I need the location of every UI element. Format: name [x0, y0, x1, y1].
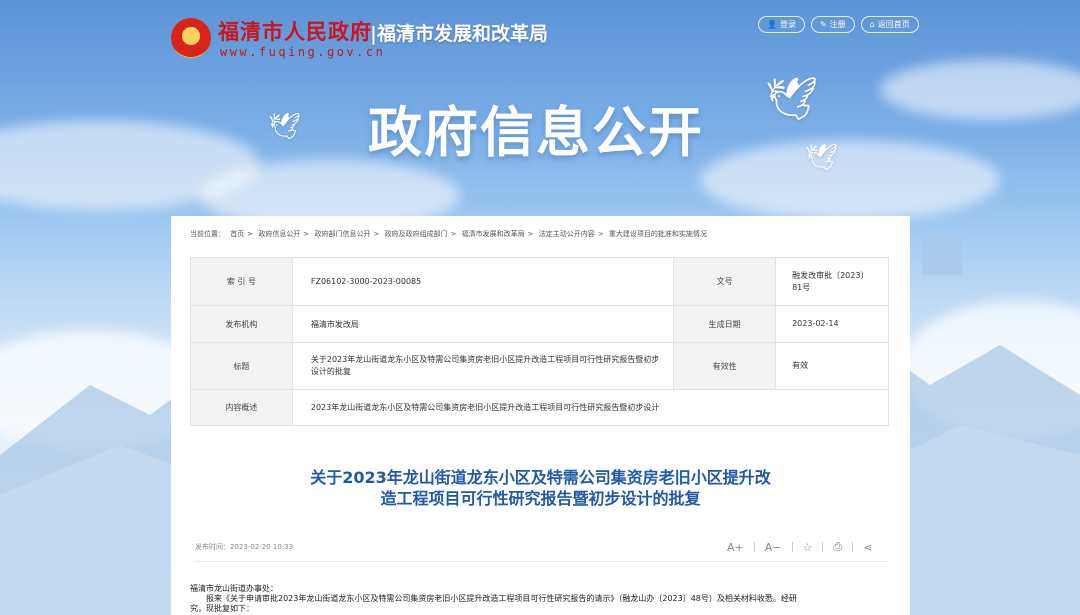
login-link-label: 登录	[779, 20, 796, 29]
index-value: FZ06102-3000-2023-00085	[291, 257, 675, 306]
national-emblem-icon: ★	[171, 18, 211, 58]
validity-value: 有效	[775, 342, 889, 390]
article-tools: A+ A− ☆ ⎙ ⋖	[727, 540, 872, 554]
site-header: ★ 福清市人民政府 www.fuqing.gov.cn |福清市发展和改革局 👤…	[0, 0, 1080, 70]
site-name[interactable]: 福清市人民政府	[218, 16, 372, 46]
content-panel: 当前位置： 首页 > 政府信息公开 > 政府部门信息公开 > 政府及政府组成部门 > 福…	[171, 216, 910, 615]
home-link-label: 返回首页	[877, 20, 910, 29]
breadcrumb-separator: >	[303, 230, 310, 238]
body-paragraph: 究，现批复如下：	[190, 604, 254, 613]
breadcrumb-item[interactable]: 政府及政府组成部门	[385, 230, 448, 238]
breadcrumb-item[interactable]: 首页	[230, 230, 244, 238]
banner-title: 政府信息公开	[368, 101, 704, 164]
breadcrumb-item[interactable]: 政府部门信息公开	[314, 230, 370, 238]
divider	[195, 561, 889, 562]
breadcrumb-item[interactable]: 福清市发展和改革局	[462, 230, 525, 238]
breadcrumb: 当前位置： 首页 > 政府信息公开 > 政府部门信息公开 > 政府及政府组成部门 > 福…	[190, 229, 710, 239]
site-url: www.fuqing.gov.cn	[220, 45, 386, 59]
dove-icon: 🕊	[805, 143, 839, 173]
breadcrumb-separator: >	[597, 230, 604, 238]
department-name[interactable]: |福清市发展和改革局	[370, 19, 548, 46]
tool-divider	[822, 542, 824, 552]
breadcrumb-item[interactable]: 重大建设项目的批准和实施情况	[609, 230, 707, 238]
tool-divider	[852, 542, 854, 552]
register-link-label: 注册	[829, 20, 846, 29]
body-paragraph: 福清市龙山街道办事处：	[190, 584, 278, 593]
home-icon: ⌂	[869, 20, 875, 29]
docno-value: 融发改审批〔2023〕81号	[775, 257, 889, 306]
publisher-label: 发布机构	[190, 305, 293, 343]
title-value: 关于2023年龙山街道龙东小区及特需公司集资房老旧小区提升改造工程项目可行性研究…	[291, 342, 675, 390]
print-icon[interactable]: ⎙	[833, 540, 842, 554]
dove-icon: 🕊	[765, 74, 819, 123]
font-increase-button[interactable]: A+	[727, 541, 744, 554]
breadcrumb-item[interactable]: 法定主动公开内容	[539, 230, 595, 238]
body-paragraph: 报来《关于申请审批2023年龙山街道龙东小区及特需公司集资房老旧小区提升改造工程…	[206, 594, 797, 603]
table-row: 内容概述 2023年龙山街道龙东小区及特需公司集资房老旧小区提升改造工程项目可行…	[190, 389, 890, 426]
table-row: 索 引 号 FZ06102-3000-2023-00085 文号 融发改审批〔2…	[190, 257, 889, 306]
breadcrumb-separator: >	[247, 230, 254, 238]
breadcrumb-separator: >	[527, 230, 534, 238]
breadcrumb-separator: >	[450, 230, 457, 238]
date-label: 生成日期	[673, 305, 777, 343]
article-body: 福清市龙山街道办事处： 报来《关于申请审批2023年龙山街道龙东小区及特需公司集…	[190, 584, 890, 614]
article-title-line: 造工程项目可行性研究报告暨初步设计的批复	[380, 489, 701, 508]
article-title-line: 关于2023年龙山街道龙东小区及特需公司集资房老旧小区提升改	[310, 468, 771, 487]
table-row: 标题 关于2023年龙山街道龙东小区及特需公司集资房老旧小区提升改造工程项目可行…	[190, 342, 889, 390]
metadata-table: 索 引 号 FZ06102-3000-2023-00085 文号 融发改审批〔2…	[190, 257, 890, 426]
table-row: 发布机构 福清市发改局 生成日期 2023-02-14	[190, 305, 889, 343]
login-link[interactable]: 👤 登录	[758, 16, 805, 33]
validity-label: 有效性	[673, 342, 777, 390]
register-link[interactable]: ✎ 注册	[810, 16, 855, 33]
title-label: 标题	[190, 342, 293, 390]
publish-time: 发布时间：2023-02-20 10:33	[195, 543, 294, 551]
breadcrumb-prefix: 当前位置：	[190, 230, 225, 238]
article-title: 关于2023年龙山街道龙东小区及特需公司集资房老旧小区提升改 造工程项目可行性研…	[171, 467, 910, 509]
tool-divider	[753, 542, 755, 552]
tool-divider	[791, 542, 793, 552]
dove-icon: 🕊	[268, 112, 302, 142]
register-icon: ✎	[819, 20, 827, 29]
summary-value: 2023年龙山街道龙东小区及特需公司集资房老旧小区提升改造工程项目可行性研究报告…	[291, 389, 890, 426]
user-icon: 👤	[767, 20, 777, 29]
index-label: 索 引 号	[190, 257, 293, 306]
summary-label: 内容概述	[190, 389, 293, 426]
breadcrumb-item[interactable]: 政府信息公开	[258, 230, 300, 238]
share-icon[interactable]: ⋖	[863, 541, 872, 554]
home-link[interactable]: ⌂ 返回首页	[860, 16, 919, 33]
favorite-icon[interactable]: ☆	[803, 541, 813, 554]
breadcrumb-separator: >	[373, 230, 380, 238]
date-value: 2023-02-14	[775, 305, 889, 343]
font-decrease-button[interactable]: A−	[765, 541, 782, 554]
publisher-value: 福清市发改局	[291, 305, 675, 343]
top-links: 👤 登录 ✎ 注册 ⌂ 返回首页	[758, 16, 919, 33]
docno-label: 文号	[673, 257, 777, 306]
